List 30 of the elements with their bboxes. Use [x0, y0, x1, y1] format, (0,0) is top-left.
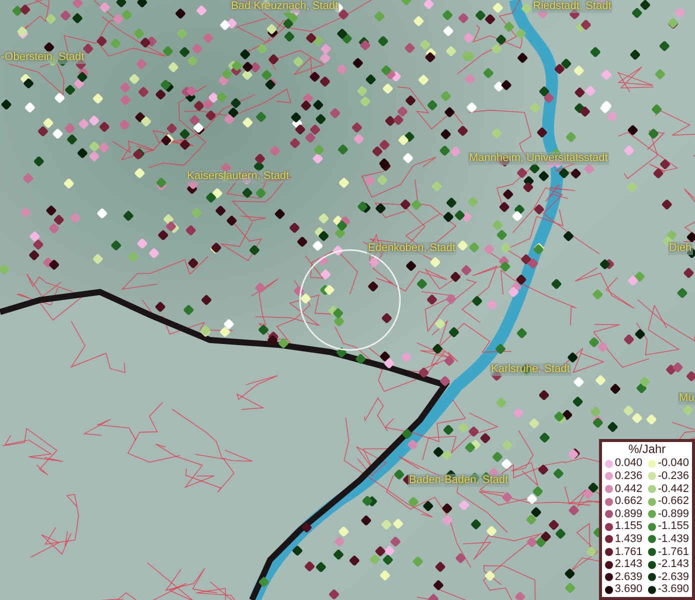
place-label: Kaiserslautern, Stadt: [186, 170, 290, 183]
legend-value: -2.143: [658, 558, 690, 571]
legend-value: -0.040: [658, 457, 690, 470]
legend-value: 1.439: [614, 533, 644, 546]
legend-value: 2.639: [614, 570, 644, 584]
legend-value: 1.761: [614, 546, 644, 558]
legend-value: 3.690: [614, 583, 644, 596]
legend-value: -0.236: [658, 470, 690, 483]
legend-value: -3.690: [658, 583, 690, 596]
legend-value: 0.899: [614, 508, 644, 520]
legend-value: 0.236: [614, 470, 644, 483]
legend-value: 1.155: [614, 520, 644, 534]
legend-value: -0.899: [658, 508, 690, 520]
legend-value: -0.662: [658, 495, 690, 508]
legend-value: -1.761: [658, 546, 690, 558]
legend-value: -2.639: [658, 570, 690, 584]
place-label: -Oberstein, Stadt: [0, 51, 86, 64]
place-label: Dieh: [668, 242, 693, 255]
legend-value: 0.040: [614, 457, 644, 470]
place-label: Riedstadt, Stadt: [532, 0, 612, 13]
legend-value: 0.662: [614, 495, 644, 508]
place-label: Edenkoben, Stadt: [367, 242, 456, 255]
legend-title: %/Jahr: [627, 442, 667, 458]
legend-value: -1.155: [658, 520, 690, 534]
legend-value: 0.442: [614, 482, 644, 496]
legend-value: -1.439: [658, 533, 690, 546]
place-label: Mannheim, Universitätsstadt: [468, 152, 609, 165]
legend-value: -0.442: [658, 482, 690, 496]
legend-value: 2.143: [614, 558, 644, 571]
place-label: Bad Kreuznach, Stadt: [230, 0, 340, 13]
